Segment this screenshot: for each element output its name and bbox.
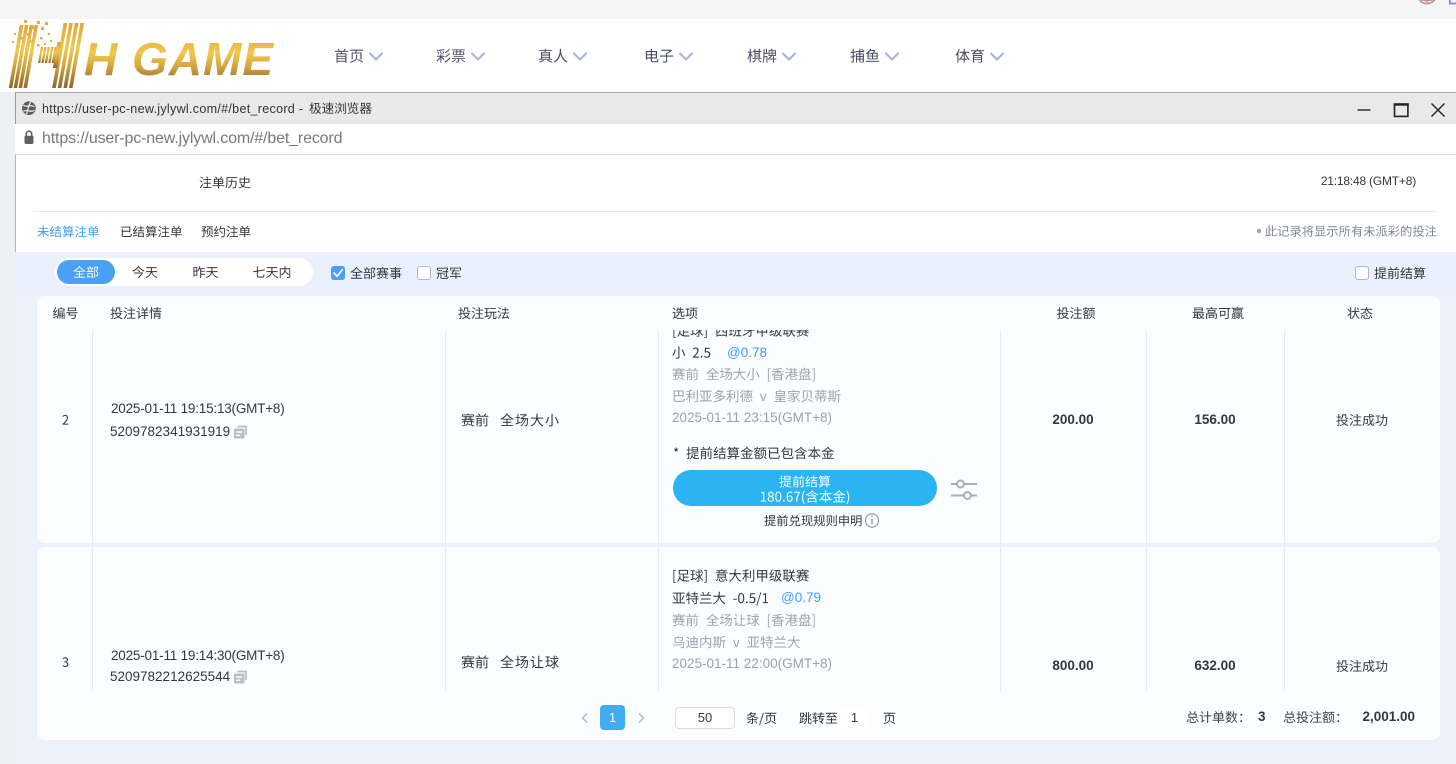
svg-text:H GAME: H GAME (84, 33, 274, 85)
